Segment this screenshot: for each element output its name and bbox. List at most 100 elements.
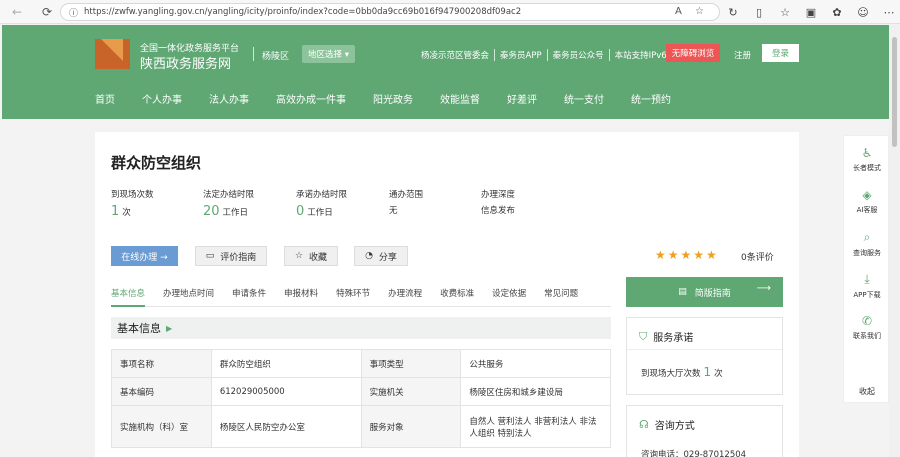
tab-location[interactable]: 办理地点时间 — [163, 285, 214, 306]
refresh-page-icon[interactable]: ↻ — [722, 2, 744, 22]
nav-home[interactable]: 首页 — [95, 91, 115, 106]
nav-pay[interactable]: 统一支付 — [564, 91, 604, 106]
nav-supervision[interactable]: 效能监督 — [440, 91, 480, 106]
url-text[interactable]: https://zwfw.yangling.gov.cn/yangling/ic… — [84, 7, 521, 17]
online-apply-button[interactable]: 在线办理 → — [111, 246, 178, 266]
contact-button[interactable]: ✆ 联系我们 — [844, 314, 890, 341]
page: 全国一体化政务服务平台 陕西政务服务网 杨陵区 地区选择 ▾ 杨凌示范区管委会 … — [2, 25, 889, 457]
more-icon[interactable]: ⋯ — [878, 2, 900, 22]
box-title: 服务承诺 — [653, 333, 694, 344]
ai-service-button[interactable]: ◈ AI客服 — [844, 188, 890, 215]
scrollbar[interactable] — [889, 25, 900, 457]
comment-icon: ▭ — [205, 251, 215, 261]
nav-appoint[interactable]: 统一预约 — [631, 91, 671, 106]
consult-box: ☊ 咨询方式 咨询电话：029-87012504 — [626, 405, 783, 457]
nav-legal[interactable]: 法人办事 — [209, 91, 249, 106]
tab-conditions[interactable]: 申请条件 — [232, 285, 266, 306]
arrow-right-icon: ⟶ — [756, 283, 771, 294]
guide-eval-button[interactable]: ▭ 评价指南 — [195, 246, 267, 266]
top-links: 杨凌示范区管委会 秦务员APP 秦务员公众号 本站支持IPv6 — [421, 49, 672, 61]
collapse-button[interactable]: 收起 — [844, 356, 890, 397]
stat-unit: 信息发布 — [481, 206, 516, 216]
refresh-icon[interactable]: ⟳ — [36, 1, 58, 23]
tab-special[interactable]: 特殊环节 — [336, 285, 370, 306]
search-icon: ⌕ — [863, 230, 871, 244]
tab-basic[interactable]: 基本信息 — [111, 285, 146, 307]
elder-mode-button[interactable]: ♿ 长者模式 — [844, 146, 890, 173]
region-select-button[interactable]: 地区选择 ▾ — [302, 45, 355, 63]
float-label: APP下载 — [853, 291, 881, 299]
stat-legal-limit: 法定办结时限 20 工作日 — [203, 188, 254, 219]
favorite-button[interactable]: ☆ 收藏 — [284, 246, 338, 266]
share-button[interactable]: ◔ 分享 — [354, 246, 408, 266]
table-key: 事项类型 — [360, 349, 462, 378]
table-key: 实施机构（科）室 — [111, 405, 212, 448]
link-wechat[interactable]: 秦务员公众号 — [548, 49, 610, 61]
favorites-icon[interactable]: ☆ — [774, 2, 796, 22]
table-value: 杨陵区住房和城乡建设局 — [460, 377, 611, 406]
stat-scope: 通办范围 无 — [389, 188, 423, 216]
profile-icon[interactable]: ☺ — [852, 2, 874, 22]
basic-info-table: 事项名称 群众防空组织 事项类型 公共服务 基本编码 612029005000 … — [111, 349, 611, 448]
stat-num: 0 — [296, 204, 305, 219]
scrollbar-thumb[interactable] — [892, 37, 897, 147]
link-app[interactable]: 秦务员APP — [495, 49, 548, 61]
address-bar[interactable]: ⓘ https://zwfw.yangling.gov.cn/yangling/… — [60, 3, 720, 21]
site-header: 全国一体化政务服务平台 陕西政务服务网 杨陵区 地区选择 ▾ 杨凌示范区管委会 … — [2, 25, 889, 119]
query-service-button[interactable]: ⌕ 查询服务 — [844, 230, 890, 258]
table-row: 事项名称 群众防空组织 事项类型 公共服务 — [111, 349, 611, 378]
promise-num: 1 — [703, 365, 712, 379]
star-icon: ☆ — [294, 251, 304, 261]
eval-count[interactable]: 0条评价 — [741, 250, 774, 263]
link-guanweihui[interactable]: 杨凌示范区管委会 — [421, 49, 496, 61]
promise-text: 到现场大厅次数 1 次 — [641, 365, 723, 379]
ai-icon: ◈ — [862, 188, 872, 202]
favorite-icon[interactable]: ☆ — [695, 6, 704, 17]
brief-guide-button[interactable]: ▤ 简版指南 ⟶ — [626, 277, 783, 307]
divider — [627, 349, 782, 350]
tab-materials[interactable]: 申报材料 — [284, 285, 318, 306]
button-label: 分享 — [378, 252, 397, 263]
site-logo[interactable] — [95, 39, 130, 69]
stat-visits: 到现场次数 1次 — [111, 188, 154, 219]
read-aloud-icon[interactable]: A — [675, 6, 682, 17]
headset-icon: ☊ — [639, 418, 649, 431]
collections-icon[interactable]: ▣ — [800, 2, 822, 22]
nav-sunshine[interactable]: 阳光政务 — [373, 91, 413, 106]
tab-basis[interactable]: 设定依据 — [492, 285, 526, 306]
phone-icon: ✆ — [861, 314, 873, 328]
barrier-free-button[interactable]: 无障碍浏览 — [666, 44, 720, 62]
region-name: 杨陵区 — [262, 52, 290, 62]
tab-faq[interactable]: 常见问题 — [544, 285, 578, 306]
stat-label: 法定办结时限 — [203, 190, 255, 200]
triangle-right-icon: ▶ — [166, 323, 173, 333]
nav-review[interactable]: 好差评 — [507, 91, 537, 106]
split-icon[interactable]: ▯ — [748, 2, 770, 22]
tab-process[interactable]: 办理流程 — [388, 285, 422, 306]
nav-personal[interactable]: 个人办事 — [142, 91, 182, 106]
login-button[interactable]: 登录 — [762, 44, 799, 62]
site-line2[interactable]: 陕西政务服务网 — [140, 53, 231, 72]
download-icon: ⤓ — [864, 272, 870, 286]
nav-one-thing[interactable]: 高效办成一件事 — [276, 91, 346, 106]
table-key: 服务对象 — [360, 405, 462, 448]
register-link[interactable]: 注册 — [734, 49, 751, 61]
table-key: 基本编码 — [111, 377, 212, 406]
table-value: 公共服务 — [460, 349, 611, 378]
browser-actions: ↻ ▯ ☆ ▣ ✿ ☺ ⋯ ▮ — [722, 2, 900, 22]
stat-label: 办理深度 — [481, 190, 516, 200]
detail-card: 基本信息 办理地点时间 申请条件 申报材料 特殊环节 办理流程 收费标准 设定依… — [95, 267, 799, 457]
float-label: AI客服 — [856, 206, 878, 214]
elder-icon: ♿ — [861, 146, 873, 160]
tab-fees[interactable]: 收费标准 — [440, 285, 474, 306]
item-summary-card: 群众防空组织 到现场次数 1次 法定办结时限 20 工作日 承诺办结时限 0 工作日… — [95, 132, 799, 275]
extensions-icon[interactable]: ✿ — [826, 2, 848, 22]
rating-stars: ★★★★★ — [655, 248, 719, 262]
table-key: 实施机关 — [360, 377, 462, 406]
app-download-button[interactable]: ⤓ APP下载 — [844, 272, 890, 300]
button-label: 收藏 — [309, 252, 328, 263]
stat-depth: 办理深度 信息发布 — [481, 188, 515, 216]
back-icon[interactable]: ← — [6, 1, 28, 23]
stat-promise-limit: 承诺办结时限 0 工作日 — [296, 188, 347, 219]
info-icon[interactable]: ⓘ — [69, 6, 78, 19]
